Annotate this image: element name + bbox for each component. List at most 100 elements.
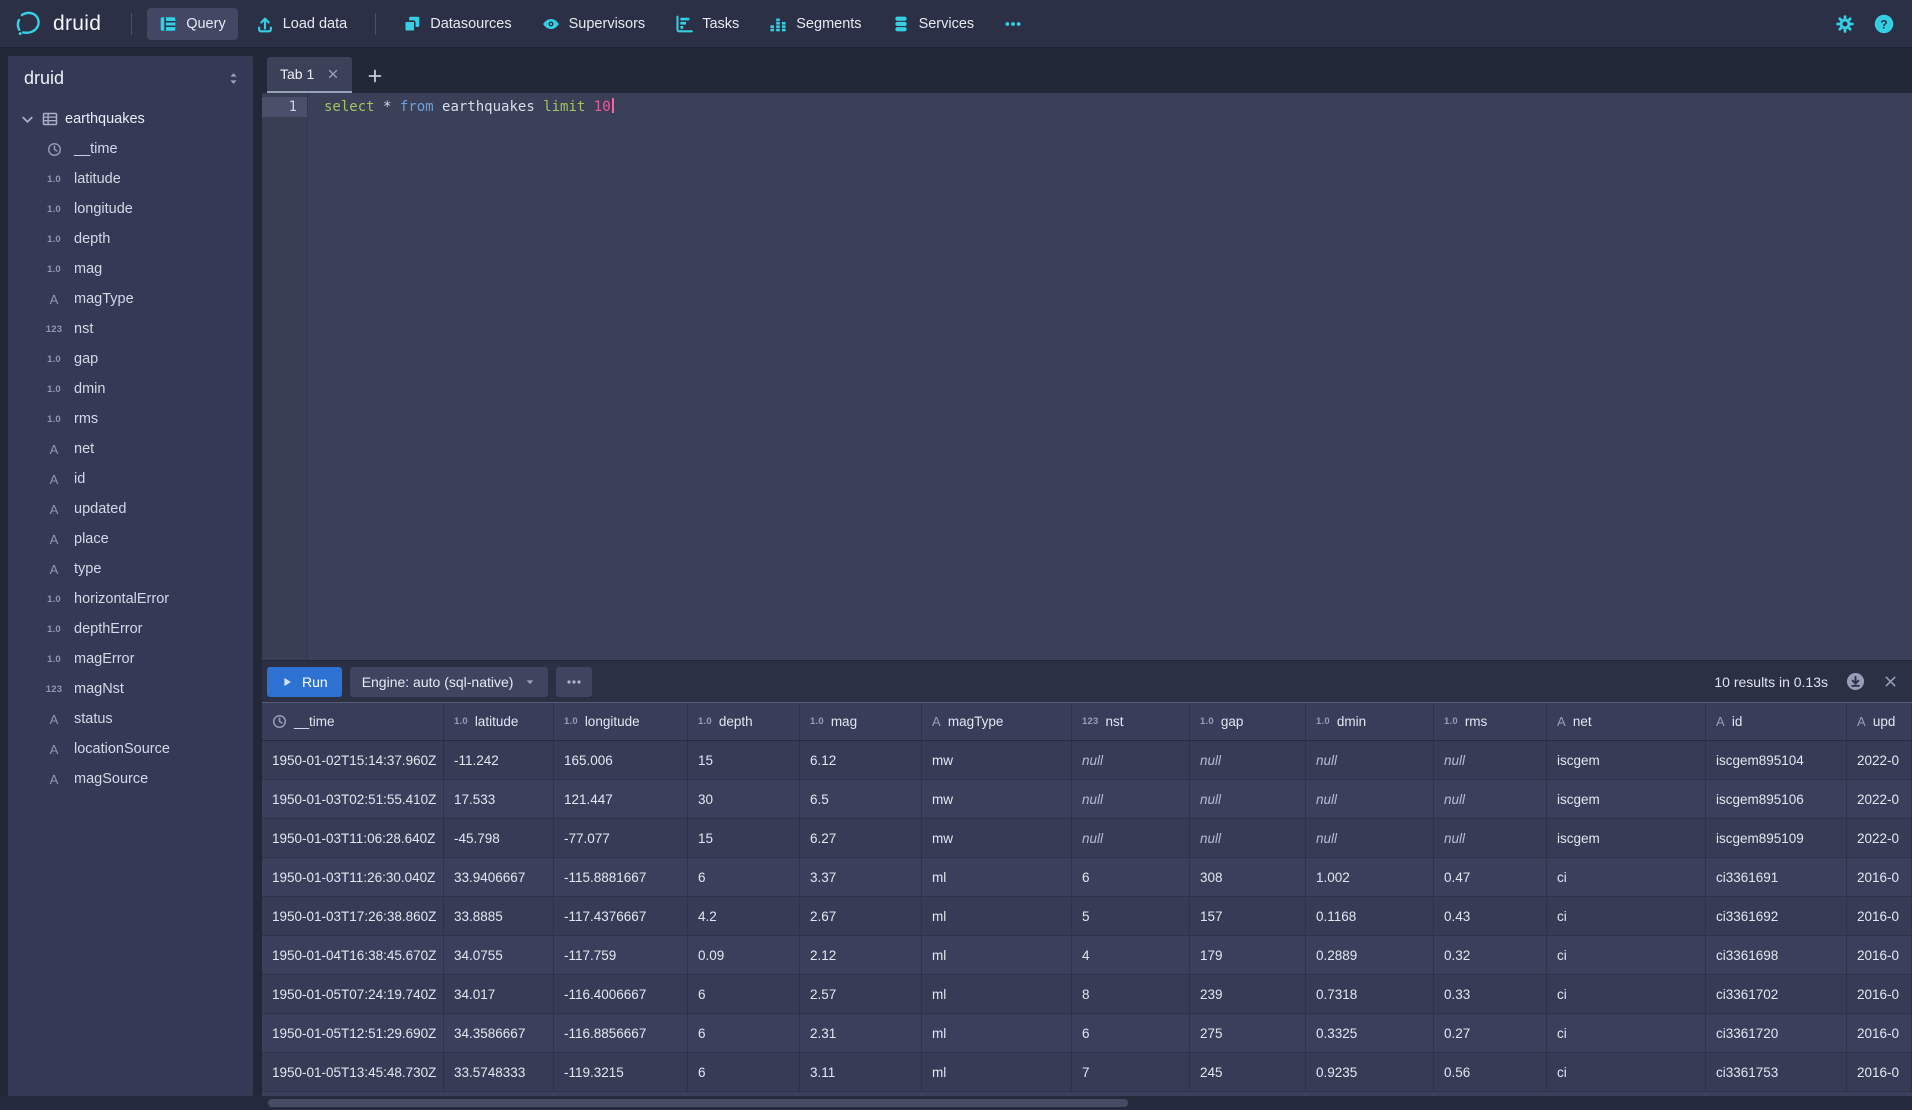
table-cell[interactable]: 0.7318 bbox=[1306, 975, 1434, 1013]
table-cell[interactable]: 1950-01-05T07:24:19.740Z bbox=[262, 975, 444, 1013]
nav-item-tasks[interactable]: Tasks bbox=[663, 8, 751, 40]
table-cell[interactable]: 6 bbox=[688, 975, 800, 1013]
table-cell[interactable]: null bbox=[1190, 741, 1306, 779]
table-cell[interactable]: 2.31 bbox=[800, 1014, 922, 1052]
sidebar-column-id[interactable]: Aid bbox=[8, 464, 253, 494]
table-cell[interactable]: mw bbox=[922, 780, 1072, 818]
table-cell[interactable]: 6 bbox=[1072, 1014, 1190, 1052]
table-cell[interactable]: ci3361720 bbox=[1706, 1014, 1847, 1052]
table-cell[interactable]: 0.2889 bbox=[1306, 936, 1434, 974]
table-cell[interactable]: 30 bbox=[688, 780, 800, 818]
horizontal-scrollbar-thumb[interactable] bbox=[268, 1099, 1128, 1107]
table-cell[interactable]: 275 bbox=[1190, 1014, 1306, 1052]
table-cell[interactable]: ml bbox=[922, 975, 1072, 1013]
column-header-gap[interactable]: 1.0gap bbox=[1190, 703, 1306, 740]
sidebar-table-earthquakes[interactable]: earthquakes bbox=[8, 104, 253, 134]
table-cell[interactable]: -116.4006667 bbox=[554, 975, 688, 1013]
table-cell[interactable]: null bbox=[1190, 780, 1306, 818]
table-cell[interactable]: 165.006 bbox=[554, 741, 688, 779]
table-cell[interactable]: ml bbox=[922, 1014, 1072, 1052]
table-cell[interactable]: 1950-01-04T16:38:45.670Z bbox=[262, 936, 444, 974]
table-cell[interactable]: 2016-0 bbox=[1847, 936, 1912, 974]
more-options-button[interactable] bbox=[556, 667, 592, 697]
sidebar-column-magSource[interactable]: AmagSource bbox=[8, 764, 253, 794]
table-cell[interactable]: 0.3325 bbox=[1306, 1014, 1434, 1052]
table-cell[interactable]: 7 bbox=[1072, 1053, 1190, 1091]
sidebar-column-updated[interactable]: Aupdated bbox=[8, 494, 253, 524]
table-cell[interactable]: 5 bbox=[1072, 897, 1190, 935]
table-cell[interactable]: null bbox=[1190, 819, 1306, 857]
sidebar-column-status[interactable]: Astatus bbox=[8, 704, 253, 734]
table-cell[interactable]: iscgem895104 bbox=[1706, 741, 1847, 779]
table-cell[interactable]: ci bbox=[1547, 975, 1706, 1013]
settings-gear-icon[interactable] bbox=[1835, 14, 1855, 34]
table-cell[interactable]: -116.8856667 bbox=[554, 1014, 688, 1052]
table-cell[interactable]: 34.3586667 bbox=[444, 1014, 554, 1052]
table-cell[interactable]: -115.8881667 bbox=[554, 858, 688, 896]
column-header-magType[interactable]: AmagType bbox=[922, 703, 1072, 740]
column-header-__time[interactable]: __time bbox=[262, 703, 444, 740]
nav-item-segments[interactable]: Segments bbox=[757, 8, 873, 40]
table-cell[interactable]: 2.67 bbox=[800, 897, 922, 935]
table-cell[interactable]: 3.37 bbox=[800, 858, 922, 896]
column-header-mag[interactable]: 1.0mag bbox=[800, 703, 922, 740]
nav-item-supervisors[interactable]: Supervisors bbox=[530, 8, 658, 40]
sidebar-column-magError[interactable]: 1.0magError bbox=[8, 644, 253, 674]
sidebar-column-magNst[interactable]: 123magNst bbox=[8, 674, 253, 704]
column-header-net[interactable]: Anet bbox=[1547, 703, 1706, 740]
table-cell[interactable]: 1950-01-03T11:26:30.040Z bbox=[262, 858, 444, 896]
sidebar-column-latitude[interactable]: 1.0latitude bbox=[8, 164, 253, 194]
table-cell[interactable]: 1950-01-02T15:14:37.960Z bbox=[262, 741, 444, 779]
table-cell[interactable]: iscgem895109 bbox=[1706, 819, 1847, 857]
column-header-dmin[interactable]: 1.0dmin bbox=[1306, 703, 1434, 740]
table-cell[interactable]: 6.5 bbox=[800, 780, 922, 818]
engine-select-button[interactable]: Engine: auto (sql-native) bbox=[350, 667, 549, 697]
table-cell[interactable]: 1950-01-03T11:06:28.640Z bbox=[262, 819, 444, 857]
table-cell[interactable]: 1950-01-05T12:51:29.690Z bbox=[262, 1014, 444, 1052]
help-icon[interactable]: ? bbox=[1874, 14, 1894, 34]
table-cell[interactable]: -117.4376667 bbox=[554, 897, 688, 935]
table-cell[interactable]: null bbox=[1306, 819, 1434, 857]
table-cell[interactable]: 33.9406667 bbox=[444, 858, 554, 896]
table-cell[interactable]: ml bbox=[922, 936, 1072, 974]
table-cell[interactable]: null bbox=[1434, 819, 1547, 857]
table-cell[interactable]: ci3361691 bbox=[1706, 858, 1847, 896]
table-cell[interactable]: 0.47 bbox=[1434, 858, 1547, 896]
new-tab-plus-icon[interactable] bbox=[367, 68, 383, 84]
sidebar-column-magType[interactable]: AmagType bbox=[8, 284, 253, 314]
column-header-depth[interactable]: 1.0depth bbox=[688, 703, 800, 740]
table-cell[interactable]: 6 bbox=[1072, 858, 1190, 896]
table-cell[interactable]: 2016-0 bbox=[1847, 1014, 1912, 1052]
table-cell[interactable]: ci bbox=[1547, 897, 1706, 935]
table-cell[interactable]: iscgem bbox=[1547, 819, 1706, 857]
table-cell[interactable]: 34.0755 bbox=[444, 936, 554, 974]
table-cell[interactable]: 15 bbox=[688, 741, 800, 779]
table-cell[interactable]: ci bbox=[1547, 858, 1706, 896]
table-cell[interactable]: 1.002 bbox=[1306, 858, 1434, 896]
table-cell[interactable]: ci3361698 bbox=[1706, 936, 1847, 974]
table-cell[interactable]: null bbox=[1072, 780, 1190, 818]
column-header-latitude[interactable]: 1.0latitude bbox=[444, 703, 554, 740]
table-cell[interactable]: -45.798 bbox=[444, 819, 554, 857]
column-header-id[interactable]: Aid bbox=[1706, 703, 1847, 740]
table-cell[interactable]: null bbox=[1072, 741, 1190, 779]
table-cell[interactable]: iscgem bbox=[1547, 741, 1706, 779]
tab-close-icon[interactable] bbox=[327, 68, 339, 80]
table-cell[interactable]: 2022-0 bbox=[1847, 780, 1912, 818]
sidebar-column-net[interactable]: Anet bbox=[8, 434, 253, 464]
table-cell[interactable]: 6 bbox=[688, 1053, 800, 1091]
table-cell[interactable]: -11.242 bbox=[444, 741, 554, 779]
sidebar-column-depthError[interactable]: 1.0depthError bbox=[8, 614, 253, 644]
table-cell[interactable]: 6 bbox=[688, 858, 800, 896]
sidebar-column-rms[interactable]: 1.0rms bbox=[8, 404, 253, 434]
table-cell[interactable]: 2016-0 bbox=[1847, 1053, 1912, 1091]
table-cell[interactable]: 33.8885 bbox=[444, 897, 554, 935]
table-cell[interactable]: 6.27 bbox=[800, 819, 922, 857]
nav-more-button[interactable] bbox=[992, 8, 1034, 40]
table-cell[interactable]: 4 bbox=[1072, 936, 1190, 974]
table-cell[interactable]: 0.43 bbox=[1434, 897, 1547, 935]
table-cell[interactable]: 0.1168 bbox=[1306, 897, 1434, 935]
sidebar-column-nst[interactable]: 123nst bbox=[8, 314, 253, 344]
table-cell[interactable]: ml bbox=[922, 1053, 1072, 1091]
table-cell[interactable]: mw bbox=[922, 819, 1072, 857]
